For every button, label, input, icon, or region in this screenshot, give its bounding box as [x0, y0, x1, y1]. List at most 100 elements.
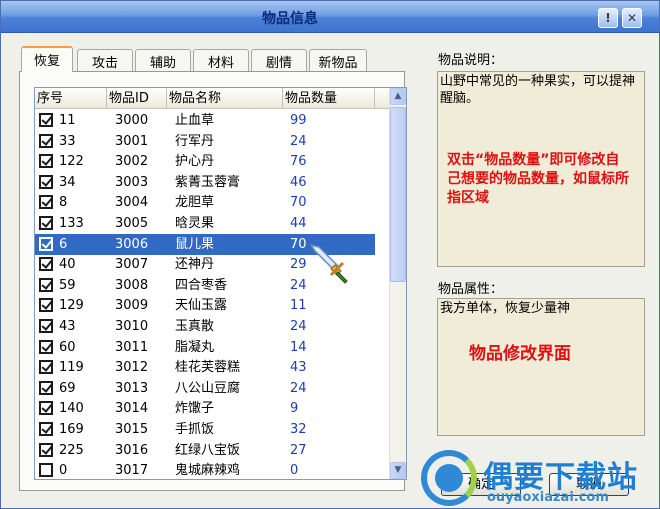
cell-item-id: 3017: [115, 463, 149, 479]
tab-new-items[interactable]: 新物品: [309, 49, 367, 71]
close-button[interactable]: ✕: [622, 8, 642, 28]
tab-recover[interactable]: 恢复: [21, 46, 73, 72]
cell-item-name: 晗灵果: [175, 216, 215, 231]
cell-item-qty[interactable]: 43: [290, 357, 307, 378]
attributes-annotation: 物品修改界面: [469, 344, 571, 364]
description-text: 山野中常见的一种果实，可以提神醒脑。: [440, 74, 636, 106]
tab-label: 材料: [207, 56, 234, 71]
table-row[interactable]: 122 3002 护心丹 76: [35, 151, 375, 172]
cell-item-qty[interactable]: 76: [290, 151, 307, 172]
row-checkbox[interactable]: [39, 319, 53, 333]
cell-item-name: 鼠儿果: [175, 236, 215, 252]
row-checkbox[interactable]: [39, 133, 53, 148]
cell-item-qty[interactable]: 70: [290, 234, 307, 255]
cell-item-qty[interactable]: 0: [290, 460, 298, 479]
cell-seq: 43: [59, 319, 76, 334]
cell-seq: 225: [59, 442, 84, 458]
cell-item-id: 3000: [115, 113, 149, 128]
row-checkbox[interactable]: [39, 380, 53, 395]
table-row[interactable]: 225 3016 红绿八宝饭 27: [35, 440, 375, 461]
table-row[interactable]: 69 3013 八公山豆腐 24: [35, 378, 375, 399]
cell-item-qty[interactable]: 24: [290, 316, 307, 337]
vertical-scrollbar[interactable]: ▲ ▼: [389, 88, 406, 479]
table-row[interactable]: 11 3000 止血草 99: [35, 110, 375, 131]
table-row[interactable]: 8 3004 龙胆草 70: [35, 192, 375, 213]
row-checkbox[interactable]: [39, 422, 53, 436]
cell-seq: 33: [59, 133, 76, 149]
cell-item-qty[interactable]: 46: [290, 172, 307, 193]
scroll-down-icon[interactable]: ▼: [390, 462, 406, 479]
table-row[interactable]: 119 3012 桂花芙蓉糕 43: [35, 357, 375, 378]
cell-item-qty[interactable]: 24: [290, 131, 307, 152]
cell-item-qty[interactable]: 32: [290, 419, 307, 440]
cell-item-qty[interactable]: 24: [290, 378, 307, 399]
cell-seq: 122: [59, 154, 84, 170]
scroll-thumb[interactable]: [390, 107, 406, 282]
row-checkbox[interactable]: [39, 339, 53, 354]
item-info-window: 物品信息 ! ✕ 恢复 攻击 辅助 材料 剧情 新物品 序号 物品ID 物品名称…: [0, 0, 660, 509]
table-row[interactable]: 34 3003 紫菁玉蓉膏 46: [35, 172, 375, 193]
table-row[interactable]: 0 3017 鬼城麻辣鸡 0: [35, 460, 375, 479]
cell-item-id: 3002: [115, 154, 149, 170]
column-header-qty[interactable]: 物品数量: [283, 88, 375, 109]
row-checkbox[interactable]: [39, 154, 53, 169]
cell-item-id: 3015: [115, 422, 149, 437]
table-row[interactable]: 140 3014 炸馓子 9: [35, 398, 375, 419]
row-checkbox[interactable]: [39, 195, 53, 210]
cell-item-qty[interactable]: 24: [290, 275, 307, 296]
cell-item-name: 四合枣香: [175, 277, 228, 293]
attributes-box: 我方单体，恢复少量神: [437, 298, 645, 436]
tab-attack[interactable]: 攻击: [77, 49, 133, 71]
tab-story[interactable]: 剧情: [251, 49, 307, 71]
cell-item-id: 3003: [115, 174, 149, 190]
cell-item-qty[interactable]: 9: [290, 398, 298, 419]
column-header-name[interactable]: 物品名称: [167, 88, 283, 109]
table-row[interactable]: 129 3009 天仙玉露 11: [35, 295, 375, 316]
cell-item-id: 3005: [115, 216, 149, 231]
tab-support[interactable]: 辅助: [135, 49, 191, 71]
attributes-text: 我方单体，恢复少量神: [440, 301, 571, 316]
table-row[interactable]: 133 3005 晗灵果 44: [35, 213, 375, 234]
cell-item-qty[interactable]: 27: [290, 440, 307, 461]
row-checkbox[interactable]: [39, 113, 53, 127]
table-row[interactable]: 33 3001 行军丹 24: [35, 131, 375, 152]
cell-item-name: 桂花芙蓉糕: [175, 360, 241, 376]
cell-item-qty[interactable]: 11: [290, 295, 307, 316]
cell-item-qty[interactable]: 44: [290, 213, 307, 234]
column-header-id[interactable]: 物品ID: [107, 88, 167, 109]
row-checkbox[interactable]: [39, 174, 53, 189]
tab-materials[interactable]: 材料: [193, 49, 249, 71]
row-checkbox[interactable]: [39, 463, 53, 478]
cell-item-qty[interactable]: 29: [290, 254, 307, 275]
cell-item-name: 天仙玉露: [175, 298, 228, 314]
table-row[interactable]: 60 3011 脂凝丸 14: [35, 337, 375, 358]
tab-label: 辅助: [149, 56, 176, 71]
table-row[interactable]: 43 3010 玉真散 24: [35, 316, 375, 337]
help-button[interactable]: !: [598, 8, 618, 28]
row-checkbox[interactable]: [39, 298, 53, 313]
cell-seq: 60: [59, 339, 76, 355]
cell-seq: 59: [59, 277, 76, 293]
attributes-label: 物品属性：: [438, 282, 504, 297]
title-bar[interactable]: 物品信息 ! ✕: [1, 1, 659, 33]
row-checkbox[interactable]: [39, 236, 53, 251]
row-checkbox[interactable]: [39, 401, 53, 416]
cell-item-qty[interactable]: 14: [290, 337, 307, 358]
cell-item-id: 3016: [115, 442, 149, 458]
table-row[interactable]: 169 3015 手抓饭 32: [35, 419, 375, 440]
cell-item-name: 护心丹: [175, 154, 215, 170]
column-header-seq[interactable]: 序号: [35, 88, 107, 109]
row-checkbox[interactable]: [39, 277, 53, 292]
row-checkbox[interactable]: [39, 216, 53, 230]
tab-label: 新物品: [318, 56, 358, 71]
cell-item-name: 紫菁玉蓉膏: [175, 174, 241, 190]
site-watermark: 偶要下载站 ouyaoxiazai.com: [421, 448, 659, 508]
row-checkbox[interactable]: [39, 442, 53, 457]
cell-item-id: 3004: [115, 195, 149, 211]
cell-item-qty[interactable]: 70: [290, 192, 307, 213]
cell-item-qty[interactable]: 99: [290, 110, 307, 131]
scroll-up-icon[interactable]: ▲: [390, 88, 406, 105]
row-checkbox[interactable]: [39, 360, 53, 375]
cell-item-id: 3013: [115, 380, 149, 396]
row-checkbox[interactable]: [39, 257, 53, 272]
